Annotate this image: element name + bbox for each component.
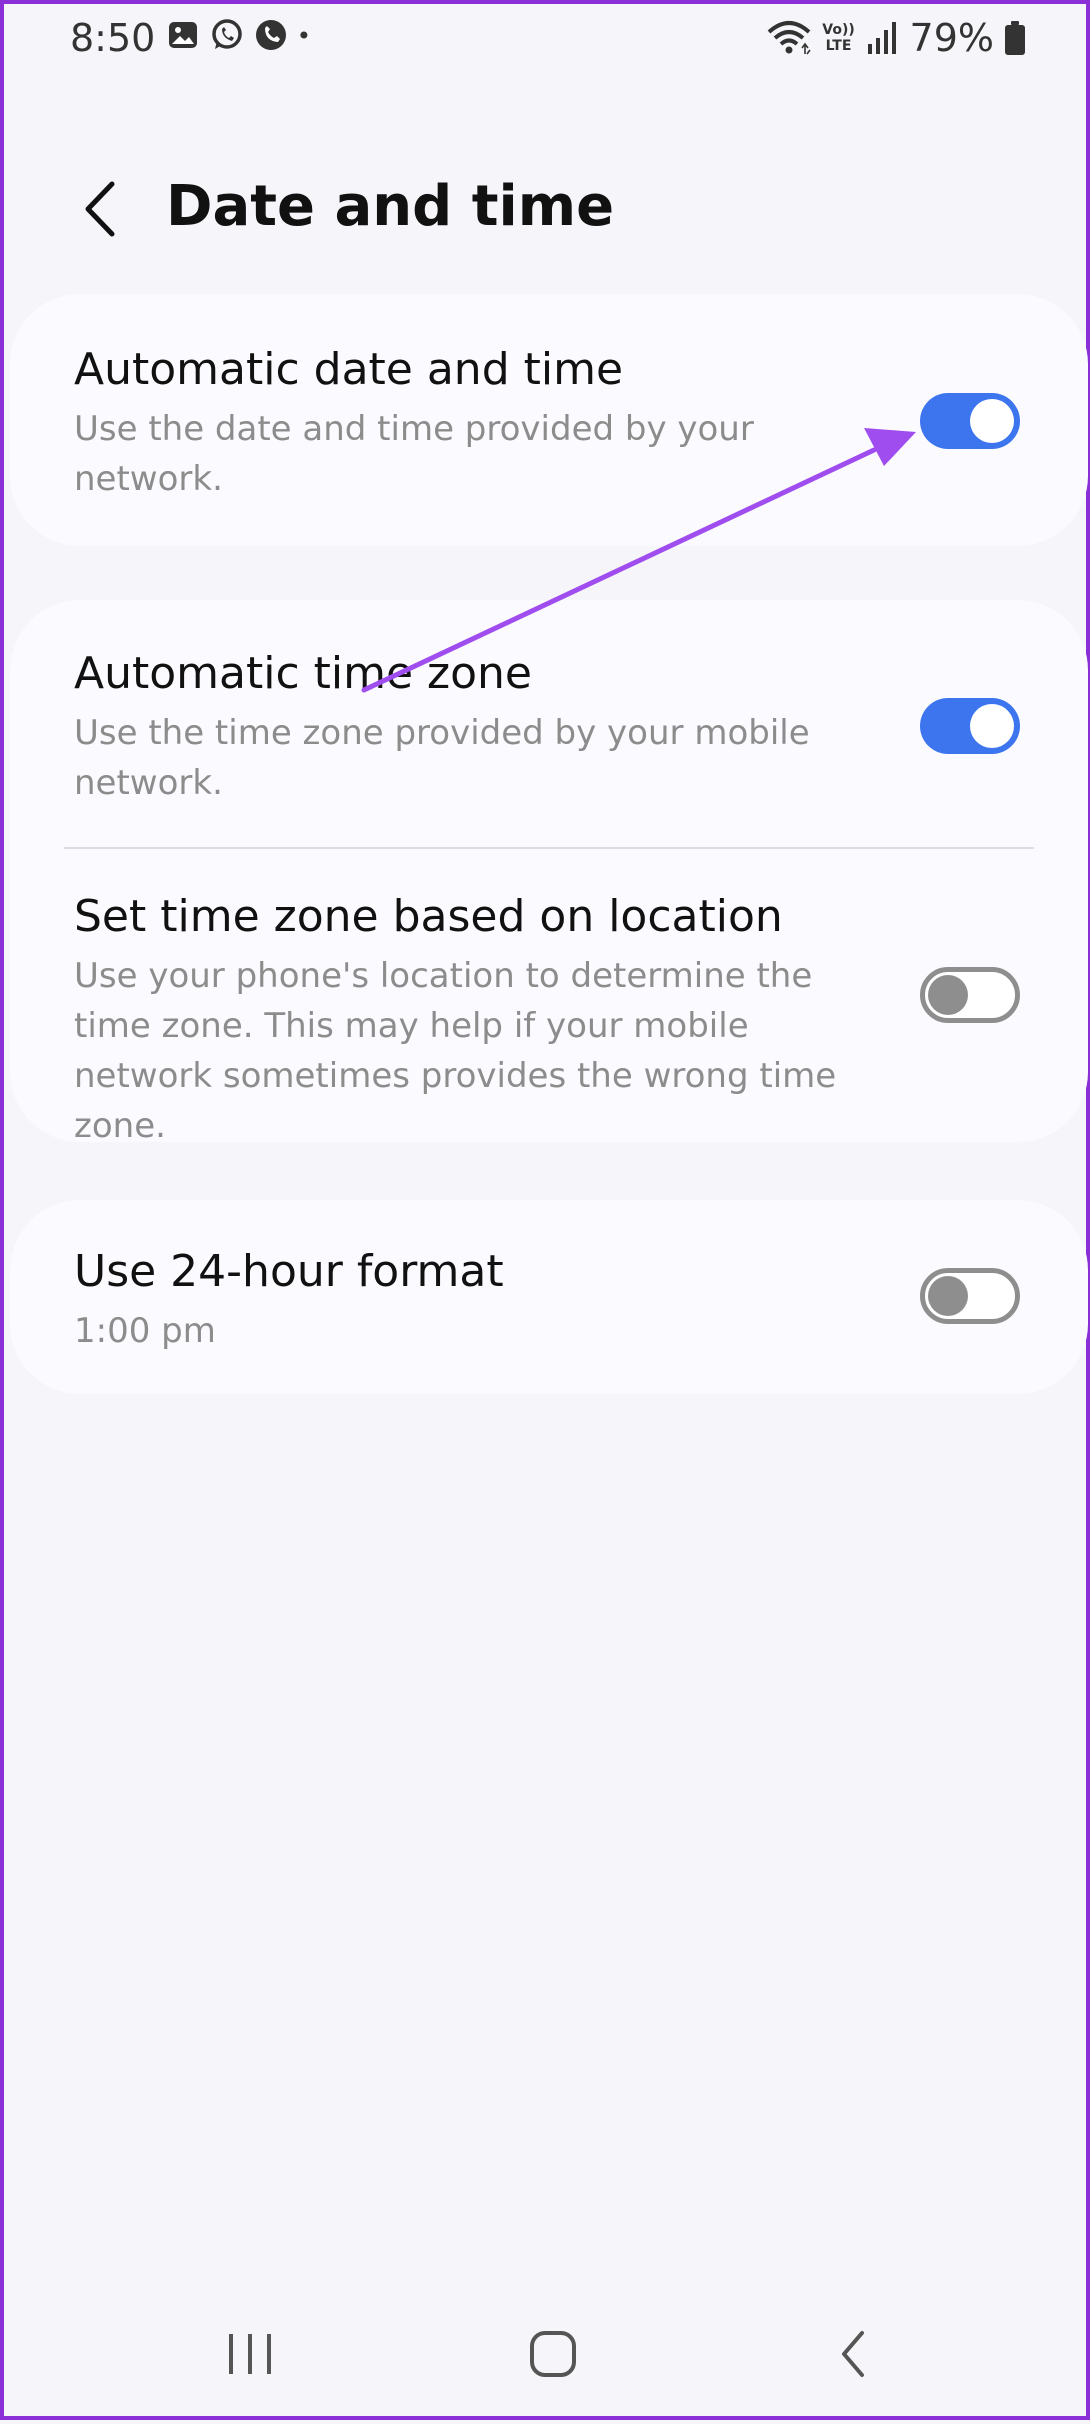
- recent-apps-button[interactable]: [190, 2309, 310, 2399]
- home-button[interactable]: [493, 2309, 613, 2399]
- nav-back-button[interactable]: [794, 2309, 914, 2399]
- annotation-arrow: [361, 428, 916, 693]
- back-icon: [842, 2331, 864, 2377]
- home-icon: [530, 2331, 576, 2377]
- recent-apps-icon: [229, 2334, 271, 2374]
